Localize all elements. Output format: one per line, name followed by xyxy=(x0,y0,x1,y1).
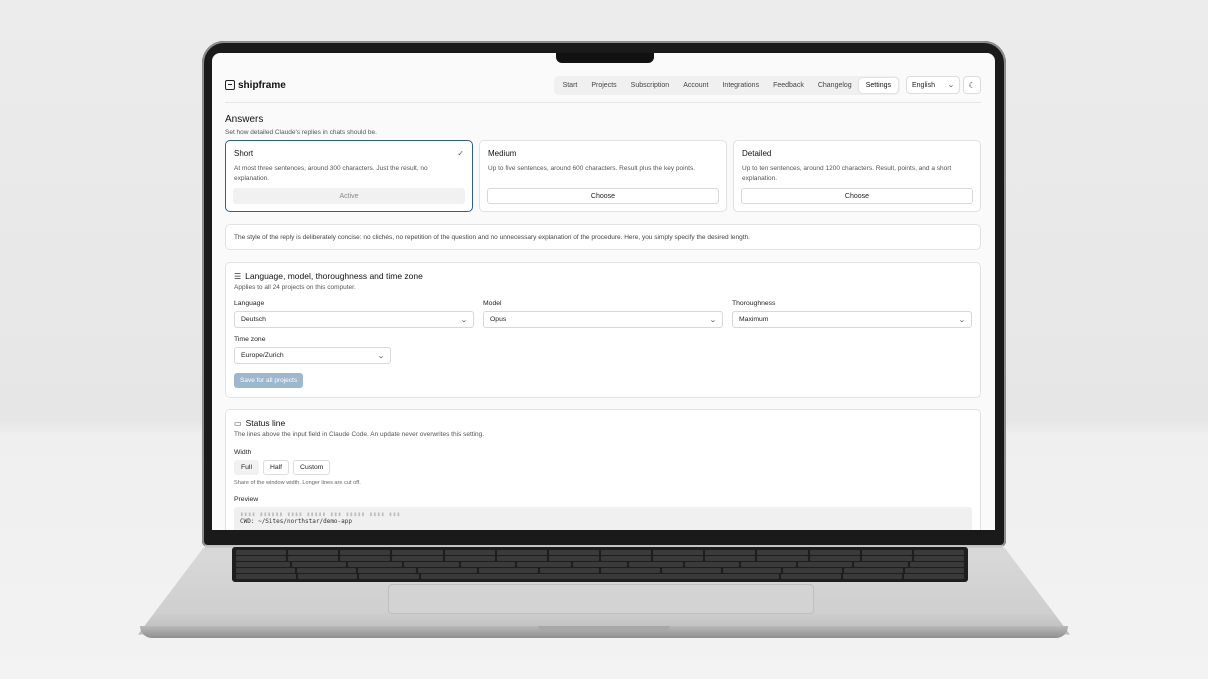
laptop-keyboard xyxy=(232,547,968,582)
chevron-down-icon: ⌄ xyxy=(958,316,966,324)
thoroughness-field: Thoroughness Maximum ⌄ xyxy=(732,300,972,328)
language-field: Language Deutsch ⌄ xyxy=(234,300,474,328)
answer-length-cards: Short ✓ At most three sentences, around … xyxy=(225,140,981,212)
sliders-icon: ☰ xyxy=(234,271,242,281)
settings-panel: ☰ Language, model, thoroughness and time… xyxy=(225,262,981,398)
nav-item-projects[interactable]: Projects xyxy=(584,78,623,93)
preview-cwd-value: ~/Sites/northstar/demo-app xyxy=(258,518,352,525)
answer-card-detailed[interactable]: Detailed Up to ten sentences, around 120… xyxy=(733,140,981,212)
model-label: Model xyxy=(483,300,502,307)
card-title: Detailed xyxy=(742,149,772,158)
settings-panel-subtitle: Applies to all 24 projects on this compu… xyxy=(234,284,356,291)
card-title: Medium xyxy=(488,149,517,158)
nav-item-account[interactable]: Account xyxy=(676,78,715,93)
choose-button[interactable]: Choose xyxy=(487,188,719,204)
answer-card-short[interactable]: Short ✓ At most three sentences, around … xyxy=(225,140,473,212)
status-line-title: Status line xyxy=(245,418,286,428)
model-value: Opus xyxy=(490,316,507,323)
check-icon: ✓ xyxy=(457,149,464,158)
model-dropdown[interactable]: Opus ⌄ xyxy=(483,311,723,328)
nav-item-changelog[interactable]: Changelog xyxy=(811,78,859,93)
language-select-value: English xyxy=(912,81,935,89)
theme-toggle-button[interactable]: ☾ xyxy=(963,76,981,94)
logo[interactable]: shipframe xyxy=(225,80,286,91)
preview-line-cwd: CWD: ~/Sites/northstar/demo-app xyxy=(240,518,966,525)
status-line-header: ▭ Status line xyxy=(234,418,972,428)
timezone-field: Time zone Europe/Zurich ⌄ xyxy=(234,336,391,364)
preview-cwd-key: CWD: xyxy=(240,518,255,525)
laptop-screen: shipframe Start Projects Subscription Ac… xyxy=(212,53,995,530)
main-nav: Start Projects Subscription Account Inte… xyxy=(553,75,900,95)
box-icon xyxy=(225,80,235,90)
timezone-value: Europe/Zurich xyxy=(241,352,284,359)
preview-label: Preview xyxy=(234,496,259,503)
active-button: Active xyxy=(233,188,465,204)
nav-item-start[interactable]: Start xyxy=(556,78,585,93)
nav-item-settings[interactable]: Settings xyxy=(858,77,898,93)
style-note: The style of the reply is deliberately c… xyxy=(225,224,981,250)
thoroughness-value: Maximum xyxy=(739,316,769,323)
width-half-button[interactable]: Half xyxy=(262,460,290,475)
top-bar: shipframe Start Projects Subscription Ac… xyxy=(225,75,981,95)
card-description: Up to five sentences, around 600 charact… xyxy=(488,165,696,172)
status-line-preview: ▮▮▮▮ ▮▮▮▮▮▮ ▮▮▮▮ ▮▮▮▮▮ ▮▮▮ ▮▮▮▮▮ ▮▮▮▮ ▮▮… xyxy=(234,507,972,530)
header-divider xyxy=(225,102,981,103)
camera-notch xyxy=(556,53,654,63)
moon-icon: ☾ xyxy=(968,80,976,90)
thoroughness-dropdown[interactable]: Maximum ⌄ xyxy=(732,311,972,328)
choose-button[interactable]: Choose xyxy=(741,188,973,204)
answer-card-medium[interactable]: Medium Up to five sentences, around 600 … xyxy=(479,140,727,212)
chevron-down-icon: ⌄ xyxy=(947,82,955,89)
preview-line-obscured: ▮▮▮▮ ▮▮▮▮▮▮ ▮▮▮▮ ▮▮▮▮▮ ▮▮▮ ▮▮▮▮▮ ▮▮▮▮ ▮▮… xyxy=(240,511,401,518)
timezone-dropdown[interactable]: Europe/Zurich ⌄ xyxy=(234,347,391,364)
nav-item-subscription[interactable]: Subscription xyxy=(624,78,677,93)
language-label: Language xyxy=(234,300,265,307)
laptop-front-notch xyxy=(538,626,670,631)
width-segmented-control: Full Half Custom xyxy=(234,460,972,475)
language-value: Deutsch xyxy=(241,316,266,323)
thoroughness-label: Thoroughness xyxy=(732,300,776,307)
language-dropdown[interactable]: Deutsch ⌄ xyxy=(234,311,474,328)
chevron-down-icon: ⌄ xyxy=(709,316,717,324)
card-description: At most three sentences, around 300 char… xyxy=(234,165,428,182)
answers-subtitle: Set how detailed Claude's replies in cha… xyxy=(225,129,377,136)
settings-panel-title: Language, model, thoroughness and time z… xyxy=(245,271,423,281)
width-full-button[interactable]: Full xyxy=(234,460,259,475)
logo-text: shipframe xyxy=(238,79,286,91)
timezone-label: Time zone xyxy=(234,336,266,343)
language-select[interactable]: English ⌄ xyxy=(906,76,960,94)
answers-title: Answers xyxy=(225,114,264,125)
card-description: Up to ten sentences, around 1200 charact… xyxy=(742,165,952,182)
settings-fields: Language Deutsch ⌄ Model Opus ⌄ Thorough… xyxy=(234,300,972,328)
model-field: Model Opus ⌄ xyxy=(483,300,723,328)
width-label: Width xyxy=(234,449,252,456)
nav-item-feedback[interactable]: Feedback xyxy=(766,78,811,93)
chevron-down-icon: ⌄ xyxy=(460,316,468,324)
status-line-panel: ▭ Status line The lines above the input … xyxy=(225,409,981,530)
laptop-trackpad xyxy=(388,584,814,614)
chevron-down-icon: ⌄ xyxy=(377,352,385,360)
nav-item-integrations[interactable]: Integrations xyxy=(715,78,766,93)
width-custom-button[interactable]: Custom xyxy=(293,460,331,475)
status-line-subtitle: The lines above the input field in Claud… xyxy=(234,431,485,438)
card-title: Short xyxy=(234,149,254,158)
save-all-projects-button[interactable]: Save for all projects xyxy=(234,373,304,388)
window-icon: ▭ xyxy=(234,418,242,428)
width-hint: Share of the window width. Longer lines … xyxy=(234,480,361,486)
settings-panel-header: ☰ Language, model, thoroughness and time… xyxy=(234,271,972,281)
